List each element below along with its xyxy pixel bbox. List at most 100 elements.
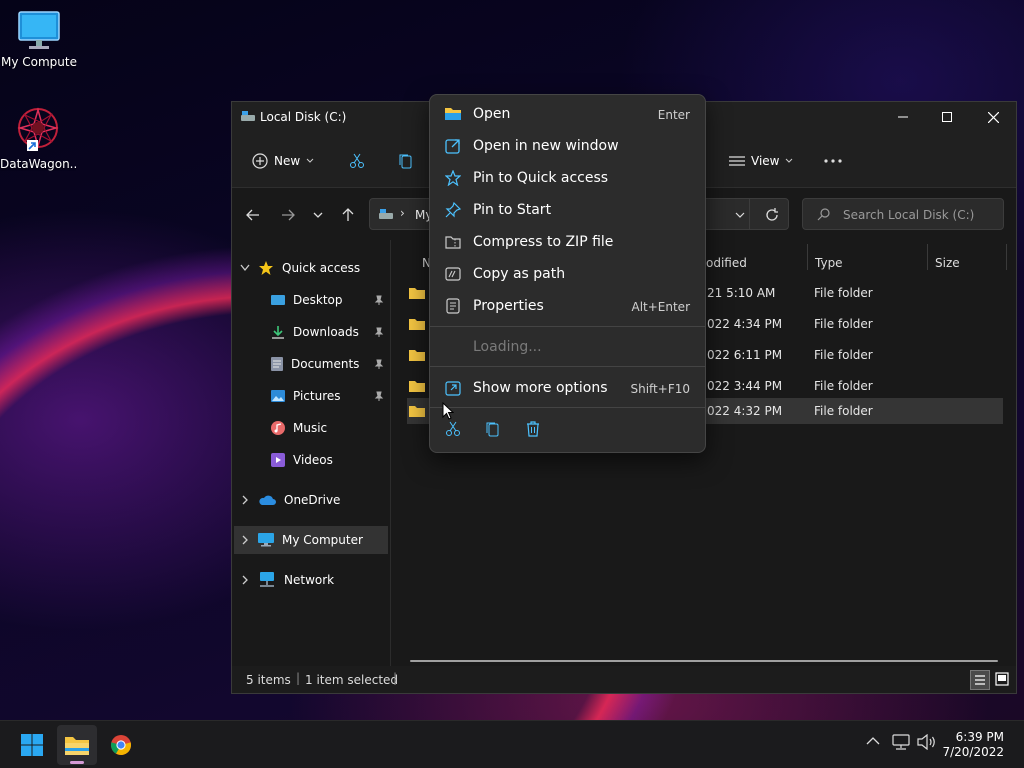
new-button[interactable]: New <box>252 148 314 174</box>
pin-icon <box>374 359 384 369</box>
status-selected-count: 1 item selected <box>305 673 399 687</box>
drive-icon <box>379 209 393 219</box>
nav-item-documents[interactable]: Documents <box>271 351 388 377</box>
properties-icon <box>446 298 460 314</box>
nav-item-downloads[interactable]: Downloads <box>271 319 388 345</box>
back-button[interactable] <box>242 204 264 226</box>
start-button[interactable] <box>12 725 52 765</box>
column-header-date-modified[interactable]: odified <box>706 256 747 270</box>
nav-quick-access[interactable]: Quick access <box>240 255 360 281</box>
document-icon <box>271 357 283 371</box>
desktop-folder-icon <box>271 295 285 305</box>
star-icon <box>445 170 461 186</box>
new-button-label: New <box>274 154 301 168</box>
arrow-right-icon <box>282 209 295 221</box>
column-header-type[interactable]: Type <box>815 256 843 270</box>
context-menu: Open Enter Open in new window Pin to Qui… <box>429 94 706 453</box>
minimize-button[interactable] <box>880 102 926 132</box>
nav-my-computer[interactable]: My Computer <box>234 526 388 554</box>
menu-item-shortcut: Enter <box>657 108 690 122</box>
recent-locations-button[interactable] <box>307 204 329 226</box>
show-more-icon <box>445 381 461 396</box>
taskbar-chrome[interactable] <box>101 725 141 765</box>
menu-item-shortcut: Shift+F10 <box>630 382 690 396</box>
menu-item-pin-start[interactable]: Pin to Start <box>434 194 701 226</box>
column-separator[interactable] <box>807 244 808 270</box>
nav-network[interactable]: Network <box>240 567 334 593</box>
view-button[interactable]: View <box>729 148 793 174</box>
column-separator[interactable] <box>927 244 928 270</box>
menu-item-compress-zip[interactable]: Compress to ZIP file <box>434 226 701 258</box>
nav-item-music[interactable]: Music <box>271 415 327 441</box>
status-bar: 5 items | 1 item selected | <box>232 666 1016 693</box>
menu-item-pin-quick-access[interactable]: Pin to Quick access <box>434 162 701 194</box>
nav-network-label: Network <box>284 573 335 587</box>
monitor-icon <box>258 533 274 547</box>
scissors-icon <box>350 153 364 168</box>
star-icon <box>259 261 273 275</box>
row-date: 21 5:10 AM <box>707 286 776 300</box>
menu-item-copy-path[interactable]: Copy as path <box>434 258 701 290</box>
desktop-icon-datawagon[interactable]: DataWagon... <box>0 106 76 171</box>
search-input[interactable]: Search Local Disk (C:) <box>802 198 1004 230</box>
menu-item-label: Properties <box>473 298 544 314</box>
nav-item-videos[interactable]: Videos <box>271 447 333 473</box>
forward-button[interactable] <box>277 204 299 226</box>
maximize-button[interactable] <box>924 102 970 132</box>
nav-onedrive[interactable]: OneDrive <box>240 487 340 513</box>
nav-item-desktop[interactable]: Desktop <box>271 287 388 313</box>
network-tray-button[interactable] <box>892 734 910 753</box>
ellipsis-icon <box>824 159 842 163</box>
arrow-up-icon <box>342 208 354 221</box>
menu-item-label: Show more options <box>473 380 608 396</box>
refresh-icon[interactable] <box>765 208 779 222</box>
taskbar-file-explorer[interactable] <box>57 725 97 765</box>
nav-item-pictures[interactable]: Pictures <box>271 383 388 409</box>
scissors-icon <box>446 421 460 436</box>
menu-item-open[interactable]: Open Enter <box>434 98 701 130</box>
nav-item-label: Music <box>293 421 328 435</box>
column-header-size[interactable]: Size <box>935 256 960 270</box>
up-button[interactable] <box>337 204 359 226</box>
search-placeholder: Search Local Disk (C:) <box>843 208 975 222</box>
more-options-button[interactable] <box>824 148 842 174</box>
show-hidden-icons-button[interactable] <box>866 735 880 749</box>
pictures-icon <box>271 390 285 402</box>
nav-item-label: Documents <box>291 357 360 371</box>
clock-date: 7/20/2022 <box>942 745 1004 759</box>
close-button[interactable] <box>970 102 1016 132</box>
chevron-down-icon[interactable] <box>735 212 745 218</box>
address-divider <box>749 199 750 229</box>
menu-item-show-more-options[interactable]: Show more options Shift+F10 <box>434 372 701 404</box>
desktop-icon-label: DataWagon... <box>0 157 76 171</box>
row-date: 022 6:11 PM <box>707 348 783 362</box>
row-date: 022 4:32 PM <box>707 404 783 418</box>
copy-button[interactable] <box>398 148 414 174</box>
chevron-right-icon <box>242 575 248 585</box>
context-copy-button[interactable] <box>481 417 505 441</box>
row-type: File folder <box>814 317 873 331</box>
horizontal-scrollbar[interactable] <box>410 660 998 662</box>
cut-button[interactable] <box>349 148 365 174</box>
context-delete-button[interactable] <box>521 417 545 441</box>
pin-icon <box>374 327 384 337</box>
chevron-down-icon <box>240 264 250 272</box>
context-cut-button[interactable] <box>441 417 465 441</box>
menu-item-properties[interactable]: Properties Alt+Enter <box>434 290 701 322</box>
desktop-icon-my-computer[interactable]: My Computer <box>1 10 77 69</box>
taskbar-clock[interactable]: 6:39 PM 7/20/2022 <box>942 730 1004 760</box>
menu-item-open-new-window[interactable]: Open in new window <box>434 130 701 162</box>
details-view-button[interactable] <box>970 670 990 690</box>
nav-onedrive-label: OneDrive <box>284 493 341 507</box>
menu-item-label: Pin to Start <box>473 202 552 218</box>
pin-icon <box>374 295 384 305</box>
column-separator[interactable] <box>1006 244 1007 270</box>
new-window-icon <box>445 139 460 154</box>
tiles-view-icon <box>995 672 1009 686</box>
menu-item-label: Pin to Quick access <box>473 170 609 186</box>
tiles-view-button[interactable] <box>993 670 1013 690</box>
volume-tray-button[interactable] <box>917 733 937 753</box>
window-title: Local Disk (C:) <box>260 110 347 124</box>
windows-logo-icon <box>21 734 43 756</box>
row-date: 022 4:34 PM <box>707 317 783 331</box>
